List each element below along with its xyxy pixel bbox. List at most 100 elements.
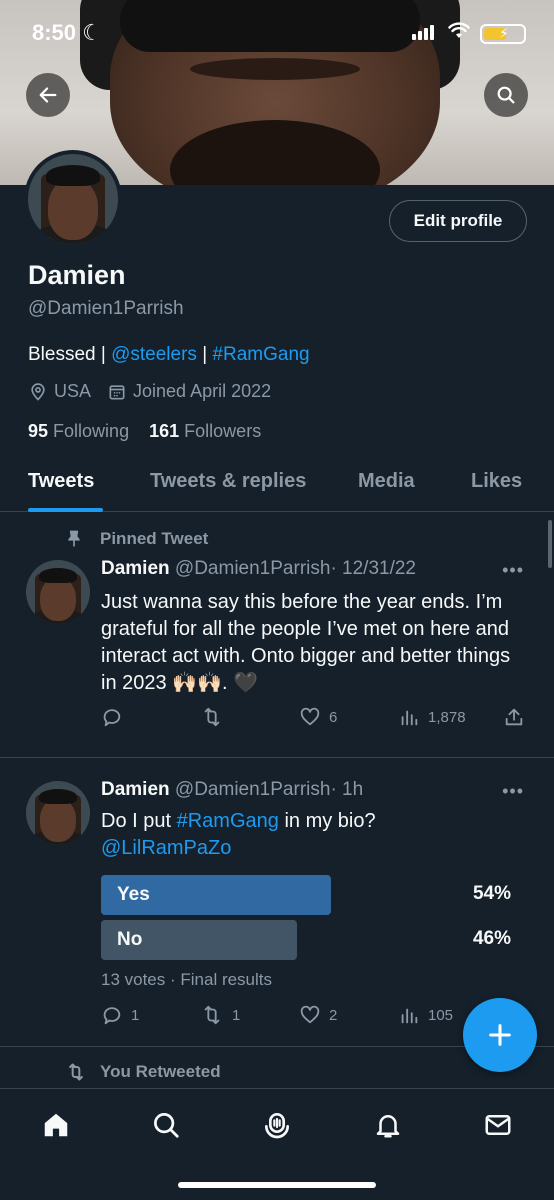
tweet-text: Do I put #RamGang in my bio? @LilRamPaZo xyxy=(101,808,521,862)
status-time: 8:50 ☾ xyxy=(32,20,102,45)
views-count: 1,878 xyxy=(428,708,466,726)
tab-likes[interactable]: Likes xyxy=(471,470,522,493)
search-button[interactable] xyxy=(484,73,528,117)
messages-icon xyxy=(485,1115,511,1135)
poll-option-no: No xyxy=(101,920,297,960)
bio-hashtag-link[interactable]: #RamGang xyxy=(212,344,309,365)
retweet-icon xyxy=(204,1005,220,1025)
wifi-icon xyxy=(448,22,470,40)
nav-messages[interactable] xyxy=(480,1107,516,1143)
profile-tabs: Tweets Tweets & replies Media Likes xyxy=(0,458,554,512)
nav-explore[interactable] xyxy=(148,1107,184,1143)
pinned-tweet-label: Pinned Tweet xyxy=(64,528,208,550)
reply-icon xyxy=(103,709,121,727)
retweet-button[interactable]: 1 xyxy=(200,1004,240,1026)
views-button[interactable]: 105 xyxy=(398,1004,453,1026)
avatar-face xyxy=(47,179,99,241)
like-button[interactable]: 2 xyxy=(299,1004,337,1026)
views-count: 105 xyxy=(428,1006,454,1024)
avatar-cap xyxy=(38,788,78,805)
tweet-avatar[interactable] xyxy=(26,781,90,845)
tweet-header: Damien @Damien1Parrish· 12/31/22 xyxy=(101,558,416,580)
tweet-time: · 12/31/22 xyxy=(330,558,417,579)
nav-spaces[interactable] xyxy=(259,1107,295,1143)
like-button[interactable]: 6 xyxy=(299,706,337,728)
edit-profile-button[interactable]: Edit profile xyxy=(389,200,527,242)
views-icon xyxy=(401,710,418,726)
tweet-text-part: Do I put xyxy=(101,810,177,832)
retweeted-text: You Retweeted xyxy=(100,1062,221,1081)
profile-joined: Joined April 2022 xyxy=(107,381,271,402)
search-icon xyxy=(497,86,515,104)
avatar-face xyxy=(40,577,76,622)
retweeted-label: You Retweeted xyxy=(64,1062,221,1082)
tweet-author-name[interactable]: Damien xyxy=(101,779,170,800)
retweet-icon xyxy=(204,707,220,727)
compose-tweet-button[interactable] xyxy=(463,998,537,1072)
spaces-icon xyxy=(265,1113,289,1139)
tweet-author-handle: @Damien1Parrish xyxy=(174,558,331,579)
cellular-signal-icon xyxy=(412,22,436,40)
battery-icon: ⚡ xyxy=(480,24,526,44)
tweet-mention-link[interactable]: @LilRamPaZo xyxy=(101,837,231,859)
tweet-hashtag-link[interactable]: #RamGang xyxy=(177,810,279,832)
like-count: 2 xyxy=(329,1006,338,1024)
following-link[interactable]: 95 Following xyxy=(28,421,129,441)
compose-icon xyxy=(489,1024,511,1046)
retweet-count: 1 xyxy=(232,1006,241,1024)
tab-tweets-replies[interactable]: Tweets & replies xyxy=(150,470,306,493)
home-icon xyxy=(44,1113,68,1137)
tweet-text: Just wanna say this before the year ends… xyxy=(101,591,511,694)
more-icon[interactable]: ••• xyxy=(502,560,524,581)
profile-avatar[interactable] xyxy=(24,150,122,248)
reply-button[interactable]: 1 xyxy=(101,1004,139,1026)
poll-option-percent: 54% xyxy=(472,883,511,904)
location-text: USA xyxy=(54,381,92,401)
following-label: Following xyxy=(53,421,130,441)
nav-home[interactable] xyxy=(38,1107,74,1143)
avatar-cap xyxy=(46,164,100,187)
poll-option-label: No xyxy=(117,929,143,950)
poll-option-label: Yes xyxy=(117,884,150,905)
active-tab-indicator xyxy=(28,508,103,512)
avatar-face xyxy=(40,798,76,843)
bio-text: Blessed | xyxy=(28,344,112,365)
pin-icon xyxy=(68,530,80,547)
tweet-divider xyxy=(0,757,554,758)
bio-mention-link[interactable]: @steelers xyxy=(111,344,197,365)
tab-media[interactable]: Media xyxy=(358,470,415,493)
poll-meta: 13 votes · Final results xyxy=(101,970,273,989)
tweet-author-name[interactable]: Damien xyxy=(101,558,170,579)
followers-label: Followers xyxy=(184,421,262,441)
profile-handle: @Damien1Parrish xyxy=(28,298,184,319)
calendar-icon xyxy=(109,384,125,399)
scrollbar[interactable] xyxy=(548,520,552,568)
joined-text: Joined April 2022 xyxy=(133,381,272,401)
profile-bio: Blessed | @steelers | #RamGang xyxy=(28,344,310,366)
tab-tweets[interactable]: Tweets xyxy=(28,470,94,493)
retweet-icon xyxy=(69,1063,83,1081)
back-button[interactable] xyxy=(26,73,70,117)
more-icon[interactable]: ••• xyxy=(502,781,524,802)
like-count: 6 xyxy=(329,708,338,726)
tweet-author-handle: @Damien1Parrish xyxy=(174,779,331,800)
following-count: 95 xyxy=(28,421,49,441)
share-icon xyxy=(505,708,523,726)
retweet-button[interactable] xyxy=(200,706,232,728)
back-arrow-icon xyxy=(39,87,57,103)
profile-location: USA xyxy=(28,381,91,402)
nav-notifications[interactable] xyxy=(370,1107,406,1143)
reply-button[interactable] xyxy=(101,706,131,728)
profile-follow-stats: 95 Following 161 Followers xyxy=(28,421,261,442)
poll-option-yes: Yes xyxy=(101,875,331,915)
views-button[interactable]: 1,878 xyxy=(398,706,466,728)
notifications-icon xyxy=(376,1115,400,1138)
share-button[interactable] xyxy=(503,706,525,728)
location-pin-icon xyxy=(31,382,45,401)
followers-link[interactable]: 161 Followers xyxy=(149,421,261,441)
like-icon xyxy=(300,1005,320,1024)
avatar-cap xyxy=(38,567,78,584)
status-bar: 8:50 ☾ ⚡ xyxy=(0,0,554,64)
tweet-avatar[interactable] xyxy=(26,560,90,624)
views-icon xyxy=(401,1008,418,1024)
